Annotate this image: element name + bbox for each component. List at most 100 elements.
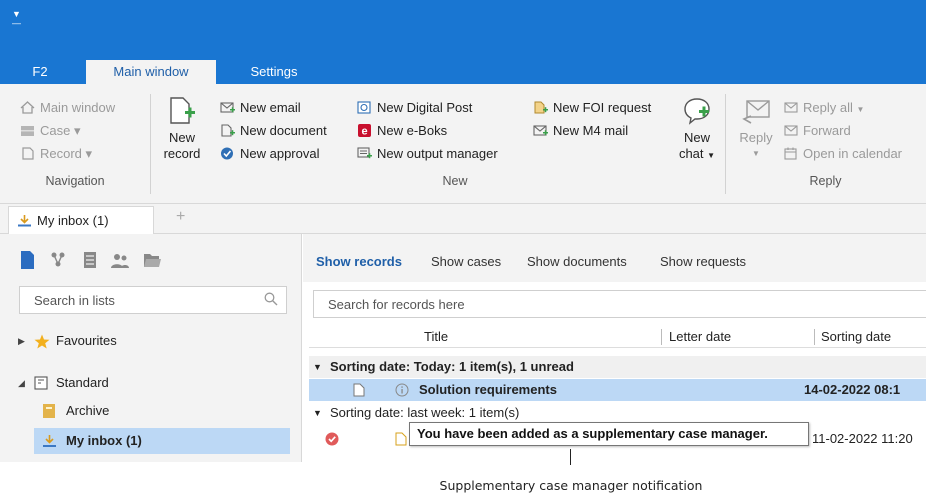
- ribbon: Main window Case ▾ Record ▾ Navigation N…: [0, 84, 926, 204]
- search-lists-field[interactable]: [19, 286, 287, 314]
- new-m4-mail-button[interactable]: New M4 mail: [533, 121, 628, 141]
- tab-my-inbox[interactable]: My inbox (1): [8, 206, 154, 234]
- quick-access-dropdown-icon[interactable]: ▼ —: [12, 10, 21, 28]
- new-eboks-button[interactable]: e New e-Boks: [357, 121, 447, 141]
- new-group-label: New: [442, 174, 468, 188]
- add-tab-button[interactable]: +: [176, 208, 185, 226]
- show-documents-link[interactable]: Show documents: [527, 254, 627, 269]
- new-foi-request-button[interactable]: New FOI request: [533, 98, 651, 118]
- chevron-down-icon[interactable]: ▼: [313, 356, 322, 378]
- new-record-button[interactable]: New record: [162, 96, 202, 162]
- group-today-label: Sorting date: Today: 1 item(s), 1 unread: [330, 359, 574, 374]
- title-bar: ▼ —: [0, 0, 926, 60]
- new-digital-post-button[interactable]: New Digital Post: [357, 98, 472, 118]
- archive-icon: [43, 404, 55, 418]
- open-in-calendar-button[interactable]: Open in calendar: [783, 144, 902, 164]
- new-email-button[interactable]: New email: [220, 98, 301, 118]
- search-icon[interactable]: [264, 292, 278, 306]
- notification-tooltip: You have been added as a supplementary c…: [409, 422, 809, 446]
- group-row-today[interactable]: ▼ Sorting date: Today: 1 item(s), 1 unre…: [309, 356, 926, 378]
- new-email-icon: [220, 102, 235, 113]
- new-m4-mail-label: New M4 mail: [553, 123, 629, 138]
- column-divider[interactable]: [814, 329, 815, 345]
- tree-item-favourites[interactable]: ▶ Favourites: [0, 328, 302, 354]
- forward-button[interactable]: Forward: [783, 121, 851, 141]
- calendar-icon: [784, 147, 797, 160]
- m4-mail-icon: [533, 125, 548, 136]
- tab-f2[interactable]: F2: [20, 60, 60, 84]
- reply-label: Reply: [739, 130, 773, 145]
- new-document-button[interactable]: New document: [220, 121, 327, 141]
- contacts-icon[interactable]: [110, 250, 130, 270]
- new-document-icon: [221, 124, 235, 137]
- show-requests-link[interactable]: Show requests: [660, 254, 746, 269]
- tree-item-archive[interactable]: Archive: [0, 398, 302, 424]
- cases-icon[interactable]: [48, 250, 68, 270]
- column-divider[interactable]: [661, 329, 662, 345]
- new-document-label: New document: [240, 123, 327, 138]
- reply-group-label: Reply: [809, 174, 842, 188]
- tree-item-my-inbox[interactable]: My inbox (1): [34, 428, 290, 454]
- record-sorting-date: 14-02-2022 08:1: [804, 382, 901, 397]
- new-eboks-label: New e-Boks: [377, 123, 448, 138]
- reply-button[interactable]: Reply ▼: [735, 96, 777, 162]
- new-chat-button[interactable]: New chat ▼: [677, 96, 717, 164]
- new-group: New record New email New document New ap…: [150, 90, 720, 198]
- case-menu-button[interactable]: Case ▾: [20, 121, 81, 141]
- case-label: Case ▾: [40, 123, 81, 138]
- column-title[interactable]: Title: [424, 329, 448, 344]
- approval-icon: [221, 147, 233, 160]
- info-icon: [395, 383, 409, 397]
- new-email-label: New email: [240, 100, 301, 115]
- new-approval-button[interactable]: New approval: [220, 144, 320, 164]
- record-sorting-date: 11-02-2022 11:20: [812, 431, 913, 446]
- reply-all-button[interactable]: Reply all ▼: [783, 98, 864, 118]
- search-lists-input[interactable]: [34, 287, 254, 313]
- approval-check-icon: [325, 432, 339, 446]
- main-window-button[interactable]: Main window: [20, 98, 115, 118]
- new-digital-post-label: New Digital Post: [377, 100, 473, 115]
- documents-list-icon[interactable]: [80, 250, 100, 270]
- new-foi-request-label: New FOI request: [553, 100, 652, 115]
- home-icon: [20, 101, 35, 114]
- document-icon: [353, 383, 365, 397]
- new-output-manager-label: New output manager: [377, 146, 498, 161]
- table-row[interactable]: Solution requirements 14-02-2022 08:1: [309, 379, 926, 401]
- group-last-week-label: Sorting date: last week: 1 item(s): [330, 405, 520, 420]
- tab-settings[interactable]: Settings: [234, 60, 314, 84]
- eboks-icon: e: [358, 124, 371, 137]
- document-tab-strip: My inbox (1) +: [0, 204, 926, 234]
- navigation-group: Main window Case ▾ Record ▾ Navigation: [0, 90, 150, 198]
- lists-pane: ▶ Favourites ◢ Standard Archive My inbox…: [0, 234, 302, 462]
- column-sorting-date[interactable]: Sorting date: [821, 329, 891, 344]
- foi-request-icon: [534, 101, 548, 114]
- new-record-icon: [170, 97, 195, 124]
- reply-group: Reply ▼ Reply all ▼ Forward Open in cale…: [725, 90, 926, 198]
- list-icon: [34, 376, 48, 390]
- group-row-last-week[interactable]: ▼ Sorting date: last week: 1 item(s): [309, 402, 926, 424]
- new-output-manager-button[interactable]: New output manager: [357, 144, 498, 164]
- chevron-down-icon: ▼: [856, 105, 865, 114]
- document-icon: [395, 432, 407, 446]
- chevron-down-icon[interactable]: ▼: [313, 402, 322, 424]
- records-icon[interactable]: [18, 250, 38, 270]
- record-menu-button[interactable]: Record ▾: [20, 144, 92, 164]
- ribbon-tab-strip: F2 Main window Settings: [0, 60, 926, 84]
- view-switcher: Show records Show cases Show documents S…: [303, 234, 926, 282]
- search-records-input[interactable]: [328, 291, 888, 317]
- search-records-field[interactable]: [313, 290, 926, 318]
- chevron-right-icon[interactable]: ▶: [18, 328, 25, 354]
- forward-label: Forward: [803, 123, 851, 138]
- column-letter-date[interactable]: Letter date: [669, 329, 731, 344]
- show-cases-link[interactable]: Show cases: [431, 254, 501, 269]
- tree-item-standard[interactable]: ◢ Standard: [0, 370, 302, 396]
- new-approval-label: New approval: [240, 146, 320, 161]
- digital-post-icon: [357, 101, 371, 114]
- star-icon: [34, 334, 50, 349]
- new-chat-label-2: chat: [678, 146, 704, 161]
- folder-icon[interactable]: [142, 250, 162, 270]
- chevron-down-icon: ▼: [707, 151, 716, 160]
- tab-main-window[interactable]: Main window: [86, 60, 216, 84]
- chevron-down-icon[interactable]: ◢: [18, 370, 25, 396]
- show-records-link[interactable]: Show records: [316, 254, 402, 269]
